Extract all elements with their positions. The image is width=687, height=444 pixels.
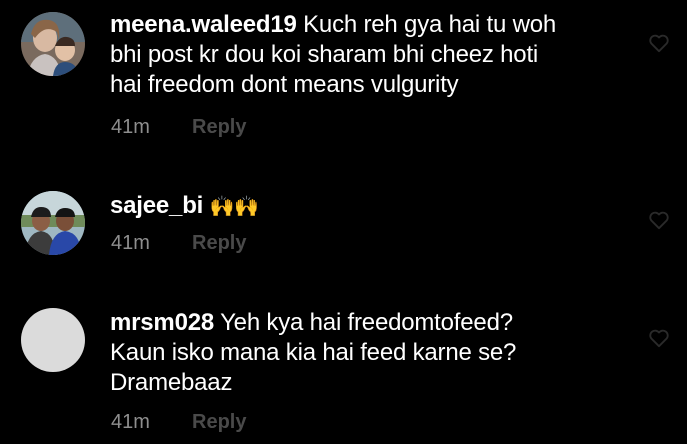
avatar[interactable] — [21, 12, 85, 76]
heart-outline-icon[interactable] — [648, 210, 670, 230]
comment-body-line-3: Dramebaaz — [110, 369, 233, 396]
comment-body-line-2: Kaun isko mana kia hai feed karne se? — [110, 339, 517, 366]
comment-item: sajee_bi 🙌🙌 41m Reply — [0, 180, 687, 280]
comment-body-line-2: bhi post kr dou koi sharam bhi cheez hot… — [110, 41, 539, 68]
comment-item: meena.waleed19 Kuch reh gya hai tu woh b… — [0, 0, 687, 150]
heart-outline-icon[interactable] — [648, 33, 670, 53]
comment-username[interactable]: meena.waleed19 — [110, 11, 297, 38]
avatar[interactable] — [21, 191, 85, 255]
avatar-image — [21, 191, 85, 255]
comment-timestamp: 41m — [111, 411, 150, 433]
comment-username[interactable]: sajee_bi — [110, 192, 203, 219]
comment-meta: 41m Reply — [111, 231, 246, 255]
avatar-image — [21, 12, 85, 76]
comment-text: meena.waleed19 Kuch reh gya hai tu woh b… — [110, 10, 610, 100]
comment-body: Yeh kya hai freedomtofeed? — [220, 309, 513, 336]
heart-outline-icon[interactable] — [648, 328, 670, 348]
default-avatar-icon — [21, 308, 85, 372]
comment-meta: 41m Reply — [111, 115, 246, 139]
comment-body-line-3: hai freedom dont means vulgurity — [110, 71, 459, 98]
comment-body: Kuch reh gya hai tu woh — [303, 11, 557, 38]
comment-text: mrsm028 Yeh kya hai freedomtofeed? Kaun … — [110, 308, 610, 398]
comment-meta: 41m Reply — [111, 410, 246, 434]
reply-button[interactable]: Reply — [192, 231, 246, 255]
comment-timestamp: 41m — [111, 116, 150, 138]
comment-body: 🙌🙌 — [209, 196, 260, 218]
reply-button[interactable]: Reply — [192, 115, 246, 139]
reply-button[interactable]: Reply — [192, 410, 246, 434]
avatar[interactable] — [21, 308, 85, 372]
comment-timestamp: 41m — [111, 232, 150, 254]
comment-text: sajee_bi 🙌🙌 — [110, 191, 610, 222]
comment-item: mrsm028 Yeh kya hai freedomtofeed? Kaun … — [0, 300, 687, 444]
comment-username[interactable]: mrsm028 — [110, 309, 214, 336]
